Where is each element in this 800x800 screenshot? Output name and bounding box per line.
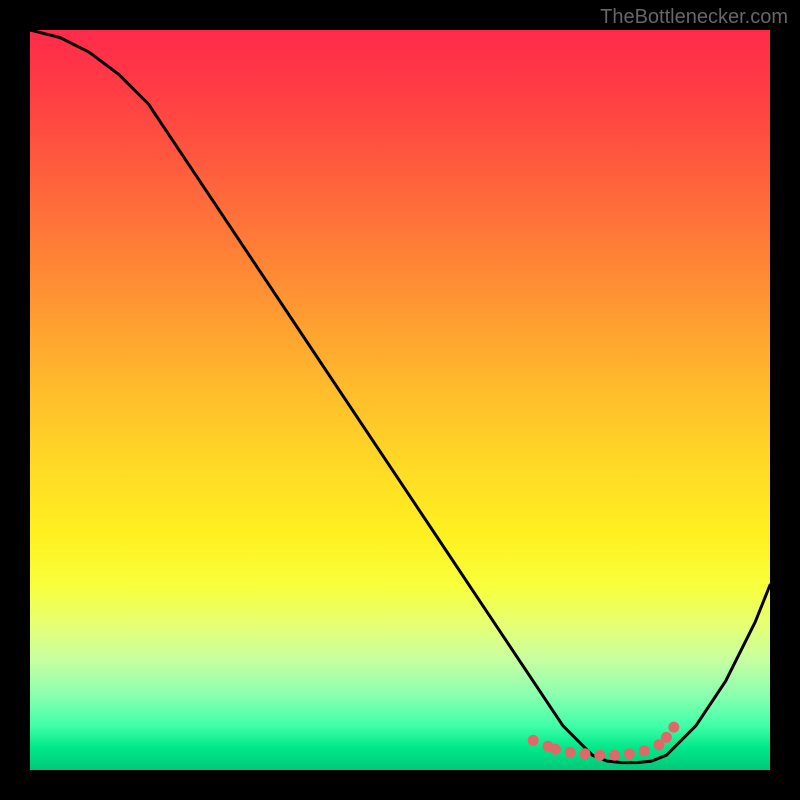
- marker-dot: [528, 735, 539, 746]
- marker-dot: [639, 745, 650, 756]
- marker-dot: [624, 748, 635, 759]
- marker-dot: [550, 744, 561, 755]
- marker-dot: [661, 732, 672, 743]
- marker-dot: [580, 748, 591, 759]
- curve-markers: [528, 722, 680, 761]
- watermark-text: TheBottlenecker.com: [600, 6, 788, 29]
- marker-dot: [609, 750, 620, 761]
- marker-dot: [594, 750, 605, 761]
- chart-svg: [30, 30, 770, 770]
- marker-dot: [668, 722, 679, 733]
- marker-dot: [565, 747, 576, 758]
- bottleneck-curve: [30, 30, 770, 763]
- chart-container: [30, 30, 770, 770]
